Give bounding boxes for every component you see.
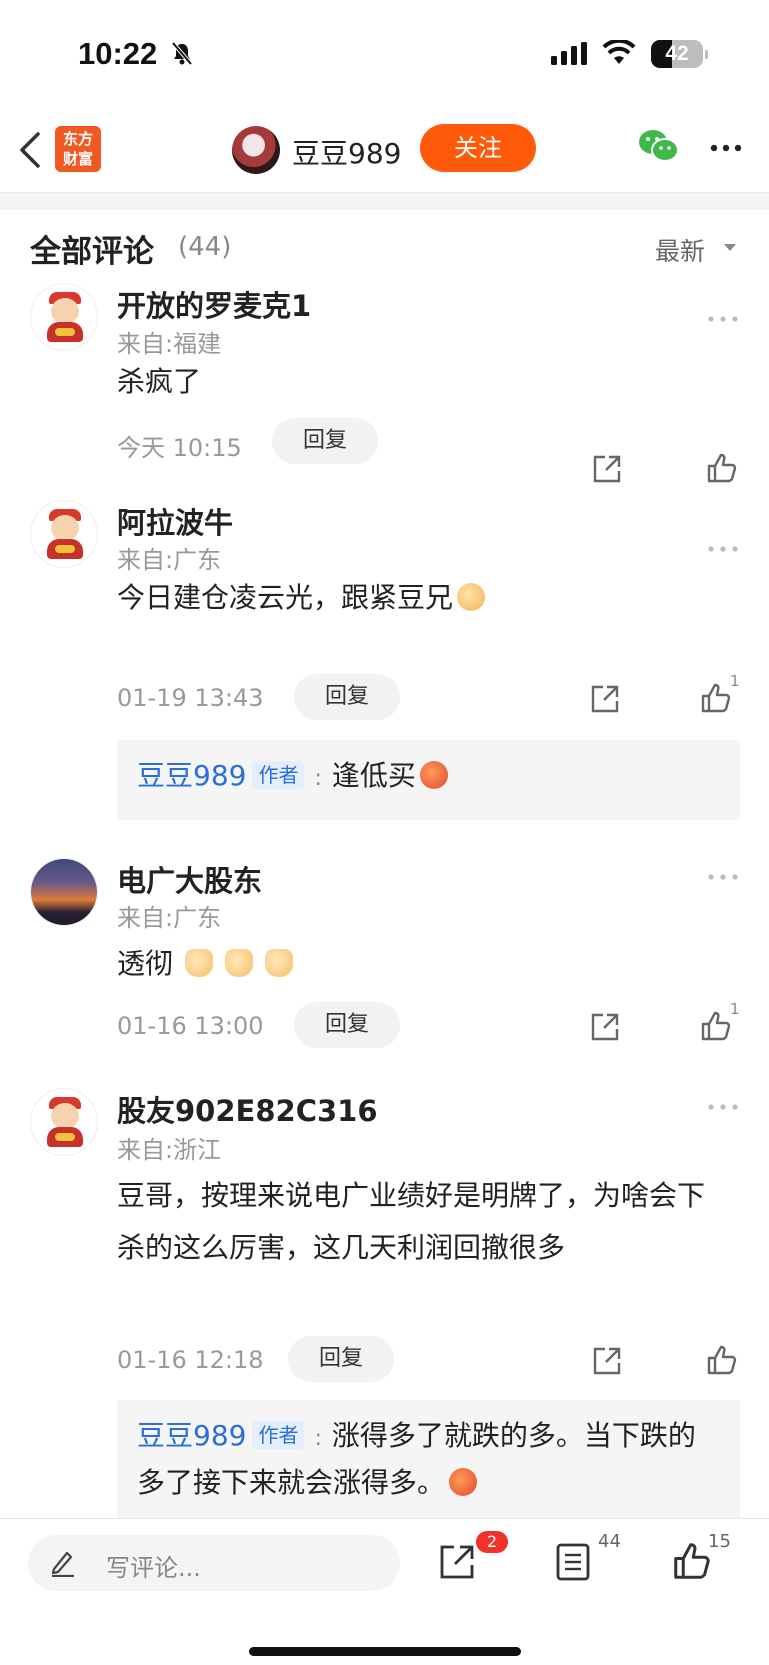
comments-title: 全部评论 — [30, 234, 154, 270]
author-reply: 豆豆989 作者: 涨得多了就跌的多。当下跌的多了接下来就会涨得多。 — [117, 1400, 740, 1518]
reply-separator: : — [314, 766, 322, 791]
share-icon[interactable] — [592, 1346, 622, 1376]
more-icon[interactable] — [708, 316, 738, 322]
wechat-icon[interactable] — [638, 128, 680, 164]
avatar[interactable] — [30, 858, 98, 926]
pen-icon — [51, 1551, 74, 1577]
comment-time: 01-16 13:00 — [117, 1012, 264, 1040]
home-indicator[interactable] — [249, 1647, 521, 1656]
reply-button[interactable]: 回复 — [294, 674, 400, 720]
comment-placeholder: 写评论... — [106, 1554, 201, 1582]
battery-icon: 42 — [651, 40, 703, 68]
wifi-icon — [602, 40, 636, 64]
app-logo[interactable]: 东方 财富 — [55, 126, 101, 172]
reply-button[interactable]: 回复 — [294, 1002, 400, 1048]
thumbs-up-icon[interactable] — [706, 1344, 738, 1376]
victory-emoji — [185, 949, 214, 977]
author-reply: 豆豆989 作者: 逢低买 — [117, 740, 740, 820]
comment-text: 今日建仓凌云光，跟紧豆兄 — [117, 572, 717, 624]
avatar[interactable] — [30, 283, 98, 351]
status-bar: 10:22 42 — [0, 0, 769, 110]
victory-emoji — [225, 949, 254, 977]
author-name[interactable]: 豆豆989 — [292, 132, 401, 172]
thumbs-up-icon[interactable] — [706, 452, 738, 484]
comment-location: 来自:浙江 — [117, 1136, 222, 1164]
reply-button[interactable]: 回复 — [288, 1336, 394, 1382]
avatar[interactable] — [30, 500, 98, 568]
signal-icon — [551, 42, 587, 65]
author-tag: 作者 — [252, 761, 305, 789]
author-avatar[interactable] — [232, 126, 280, 174]
share-icon[interactable] — [438, 1543, 476, 1581]
comment-location: 来自:福建 — [117, 330, 222, 358]
bottom-bar: 写评论... 2 44 15 — [0, 1518, 769, 1665]
chevron-down-icon[interactable] — [724, 244, 736, 251]
comment-time: 今天 10:15 — [117, 434, 242, 462]
thumbs-up-icon[interactable] — [700, 1010, 732, 1042]
share-icon[interactable] — [592, 454, 622, 484]
reply-text: 逢低买 — [331, 759, 416, 792]
comment-time: 01-16 12:18 — [117, 1346, 264, 1374]
more-icon[interactable] — [710, 144, 742, 152]
comment-author[interactable]: 电广大股东 — [117, 858, 262, 900]
like-count: 15 — [708, 1531, 731, 1552]
more-icon[interactable] — [708, 546, 738, 552]
mute-icon — [172, 42, 192, 66]
angry-emoji — [419, 761, 448, 789]
comment-location: 来自:广东 — [117, 546, 222, 574]
comment-text: 豆哥，按理来说电广业绩好是明牌了，为啥会下杀的这么厉害，这几天利润回撤很多 — [117, 1179, 706, 1264]
thumbs-up-icon[interactable] — [700, 682, 732, 714]
more-icon[interactable] — [708, 874, 738, 880]
section-divider — [0, 192, 769, 210]
comment-time: 01-19 13:43 — [117, 684, 264, 712]
share-icon[interactable] — [590, 1012, 620, 1042]
comment-input[interactable]: 写评论... — [28, 1535, 400, 1591]
author-tag: 作者 — [252, 1421, 305, 1449]
reply-author[interactable]: 豆豆989 — [137, 1419, 246, 1452]
comments-count: (44) — [178, 232, 232, 262]
share-icon[interactable] — [590, 684, 620, 714]
more-icon[interactable] — [708, 1104, 738, 1110]
share-badge: 2 — [476, 1531, 508, 1553]
angry-emoji — [449, 1468, 478, 1496]
nav-bar: 东方 财富 豆豆989 关注 — [0, 110, 769, 192]
fist-emoji — [457, 583, 486, 611]
battery-cap — [705, 50, 708, 59]
like-count: 1 — [730, 1000, 740, 1018]
reply-button[interactable]: 回复 — [272, 418, 378, 464]
reply-author[interactable]: 豆豆989 — [137, 759, 246, 792]
comment-count: 44 — [598, 1531, 621, 1552]
comment-text: 杀疯了 — [117, 365, 202, 398]
sort-dropdown[interactable]: 最新 — [655, 232, 705, 268]
comment-author[interactable]: 开放的罗麦克1 — [117, 283, 311, 325]
comment-location: 来自:广东 — [117, 904, 222, 932]
status-time: 10:22 — [78, 36, 158, 71]
comment-list-icon[interactable] — [556, 1543, 590, 1581]
like-count: 1 — [730, 672, 740, 690]
avatar[interactable] — [30, 1088, 98, 1156]
victory-emoji — [265, 949, 294, 977]
back-icon[interactable] — [18, 130, 42, 170]
comment-author[interactable]: 阿拉波牛 — [117, 500, 233, 542]
comment-author[interactable]: 股友902E82C316 — [117, 1088, 378, 1130]
comment-text: 透彻 — [117, 938, 717, 990]
follow-button[interactable]: 关注 — [420, 124, 536, 172]
reply-separator: : — [314, 1426, 322, 1451]
thumbs-up-icon[interactable] — [672, 1541, 712, 1581]
